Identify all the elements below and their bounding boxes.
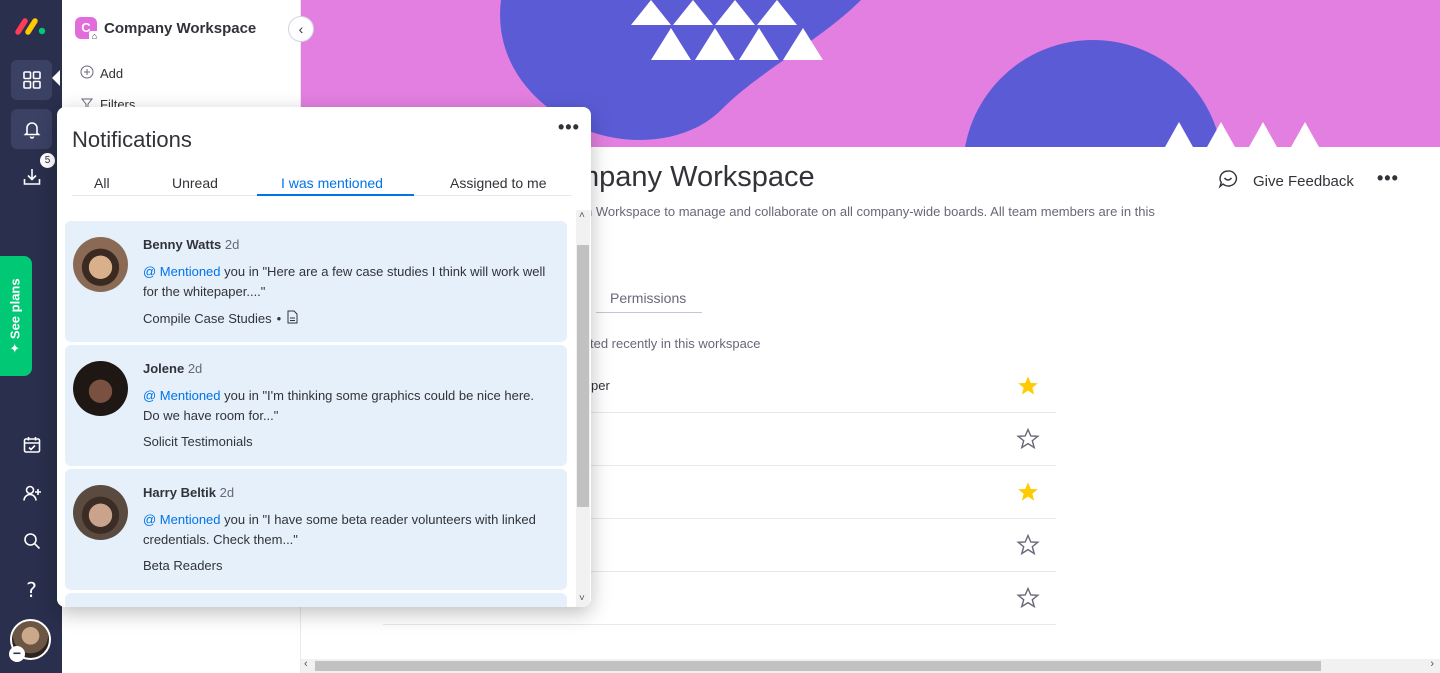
tab-all[interactable]: All (94, 175, 110, 191)
sparkle-icon: ✦ (8, 339, 23, 354)
notification-message: @ Mentioned you in "I have some beta rea… (143, 510, 553, 549)
home-icon: ⌂ (89, 31, 100, 42)
notification-item[interactable] (65, 593, 567, 607)
avatar[interactable] (73, 237, 128, 292)
star-outline-icon[interactable] (1016, 586, 1040, 610)
mention-tag: @ Mentioned (143, 512, 221, 527)
notification-author-line: Jolene 2d (143, 361, 202, 376)
document-icon (286, 310, 299, 327)
notification-author[interactable]: Harry Beltik (143, 485, 216, 500)
scroll-down-arrow-icon[interactable]: ˅ (579, 593, 585, 604)
workspace-description: n Workspace to manage and collaborate on… (585, 204, 1155, 219)
notification-author-line: Benny Watts 2d (143, 237, 239, 252)
avatar[interactable] (73, 361, 128, 416)
star-outline-icon[interactable] (1016, 533, 1040, 557)
popover-caret (52, 70, 60, 86)
tab-unread[interactable]: Unread (172, 175, 218, 191)
more-options-icon[interactable]: ••• (1377, 168, 1399, 189)
board-name: per (591, 378, 610, 393)
star-outline-icon[interactable] (1016, 427, 1040, 451)
plus-circle-icon (80, 65, 94, 82)
notification-author[interactable]: Jolene (143, 361, 184, 376)
notifications-title: Notifications (72, 127, 192, 152)
notification-board-link[interactable]: Beta Readers (143, 558, 223, 573)
bullet-separator: • (276, 311, 282, 326)
board-link-label: Solicit Testimonials (143, 434, 253, 449)
invite-user-icon[interactable] (11, 473, 52, 513)
add-button[interactable]: Add (80, 65, 123, 82)
notification-message: @ Mentioned you in "I'm thinking some gr… (143, 386, 553, 425)
scroll-right-arrow-icon[interactable]: › (1430, 658, 1434, 670)
horizontal-scrollbar[interactable]: ‹ › (301, 658, 1440, 673)
notification-author-line: Harry Beltik 2d (143, 485, 234, 500)
scrollbar-thumb[interactable] (577, 245, 589, 507)
monday-logo-icon[interactable] (14, 16, 48, 36)
active-tab-indicator (257, 194, 414, 196)
feedback-chat-icon (1217, 168, 1239, 194)
inbox-badge: 5 (40, 153, 55, 168)
scroll-left-arrow-icon[interactable]: ‹ (304, 658, 308, 670)
board-link-label: Compile Case Studies (143, 311, 272, 326)
notification-item[interactable]: Jolene 2d @ Mentioned you in "I'm thinki… (65, 345, 567, 466)
notification-message: @ Mentioned you in "Here are a few case … (143, 262, 553, 301)
scrollbar-thumb[interactable] (315, 661, 1321, 671)
star-filled-icon[interactable] (1016, 374, 1040, 398)
mention-tag: @ Mentioned (143, 388, 221, 403)
more-options-icon[interactable]: ••• (558, 117, 580, 138)
notifications-panel: Notifications ••• All Unread I was menti… (57, 107, 591, 607)
board-link-label: Beta Readers (143, 558, 223, 573)
notification-author[interactable]: Benny Watts (143, 237, 221, 252)
add-label: Add (100, 66, 124, 81)
collapse-panel-button[interactable]: ‹ (288, 16, 314, 42)
help-icon[interactable]: ? (11, 570, 52, 610)
notification-time: 2d (219, 485, 235, 500)
star-filled-icon[interactable] (1016, 480, 1040, 504)
workspace-grid-icon[interactable] (11, 60, 52, 100)
notification-board-link[interactable]: Compile Case Studies • (143, 310, 299, 327)
recent-boards-caption: ted recently in this workspace (590, 336, 761, 351)
left-rail: 5 ✦ See plans ? − (0, 0, 62, 673)
notification-board-link[interactable]: Solicit Testimonials (143, 434, 253, 449)
tab-permissions[interactable]: Permissions (596, 290, 702, 313)
notification-time: 2d (187, 361, 203, 376)
give-feedback-button[interactable]: Give Feedback (1217, 168, 1354, 194)
notification-item[interactable]: Benny Watts 2d @ Mentioned you in "Here … (65, 221, 567, 342)
minus-icon: − (9, 646, 25, 662)
scroll-up-arrow-icon[interactable]: ˄ (579, 210, 585, 221)
tab-assigned-to-me[interactable]: Assigned to me (450, 175, 547, 191)
page-title: mpany Workspace (575, 161, 815, 193)
bell-icon[interactable] (11, 109, 52, 149)
avatar[interactable] (73, 485, 128, 540)
notification-item[interactable]: Harry Beltik 2d @ Mentioned you in "I ha… (65, 469, 567, 590)
search-icon[interactable] (11, 521, 52, 561)
calendar-icon[interactable] (11, 425, 52, 465)
give-feedback-label: Give Feedback (1253, 172, 1354, 190)
tab-i-was-mentioned[interactable]: I was mentioned (281, 175, 383, 191)
notification-time: 2d (224, 237, 240, 252)
chevron-left-icon: ‹ (298, 21, 304, 37)
workspace-title[interactable]: Company Workspace (104, 20, 256, 37)
mention-tag: @ Mentioned (143, 264, 221, 279)
see-plans-label: See plans (8, 278, 23, 340)
vertical-scrollbar[interactable]: ˄ ˅ (576, 210, 590, 607)
see-plans-button[interactable]: ✦ See plans (0, 256, 32, 376)
